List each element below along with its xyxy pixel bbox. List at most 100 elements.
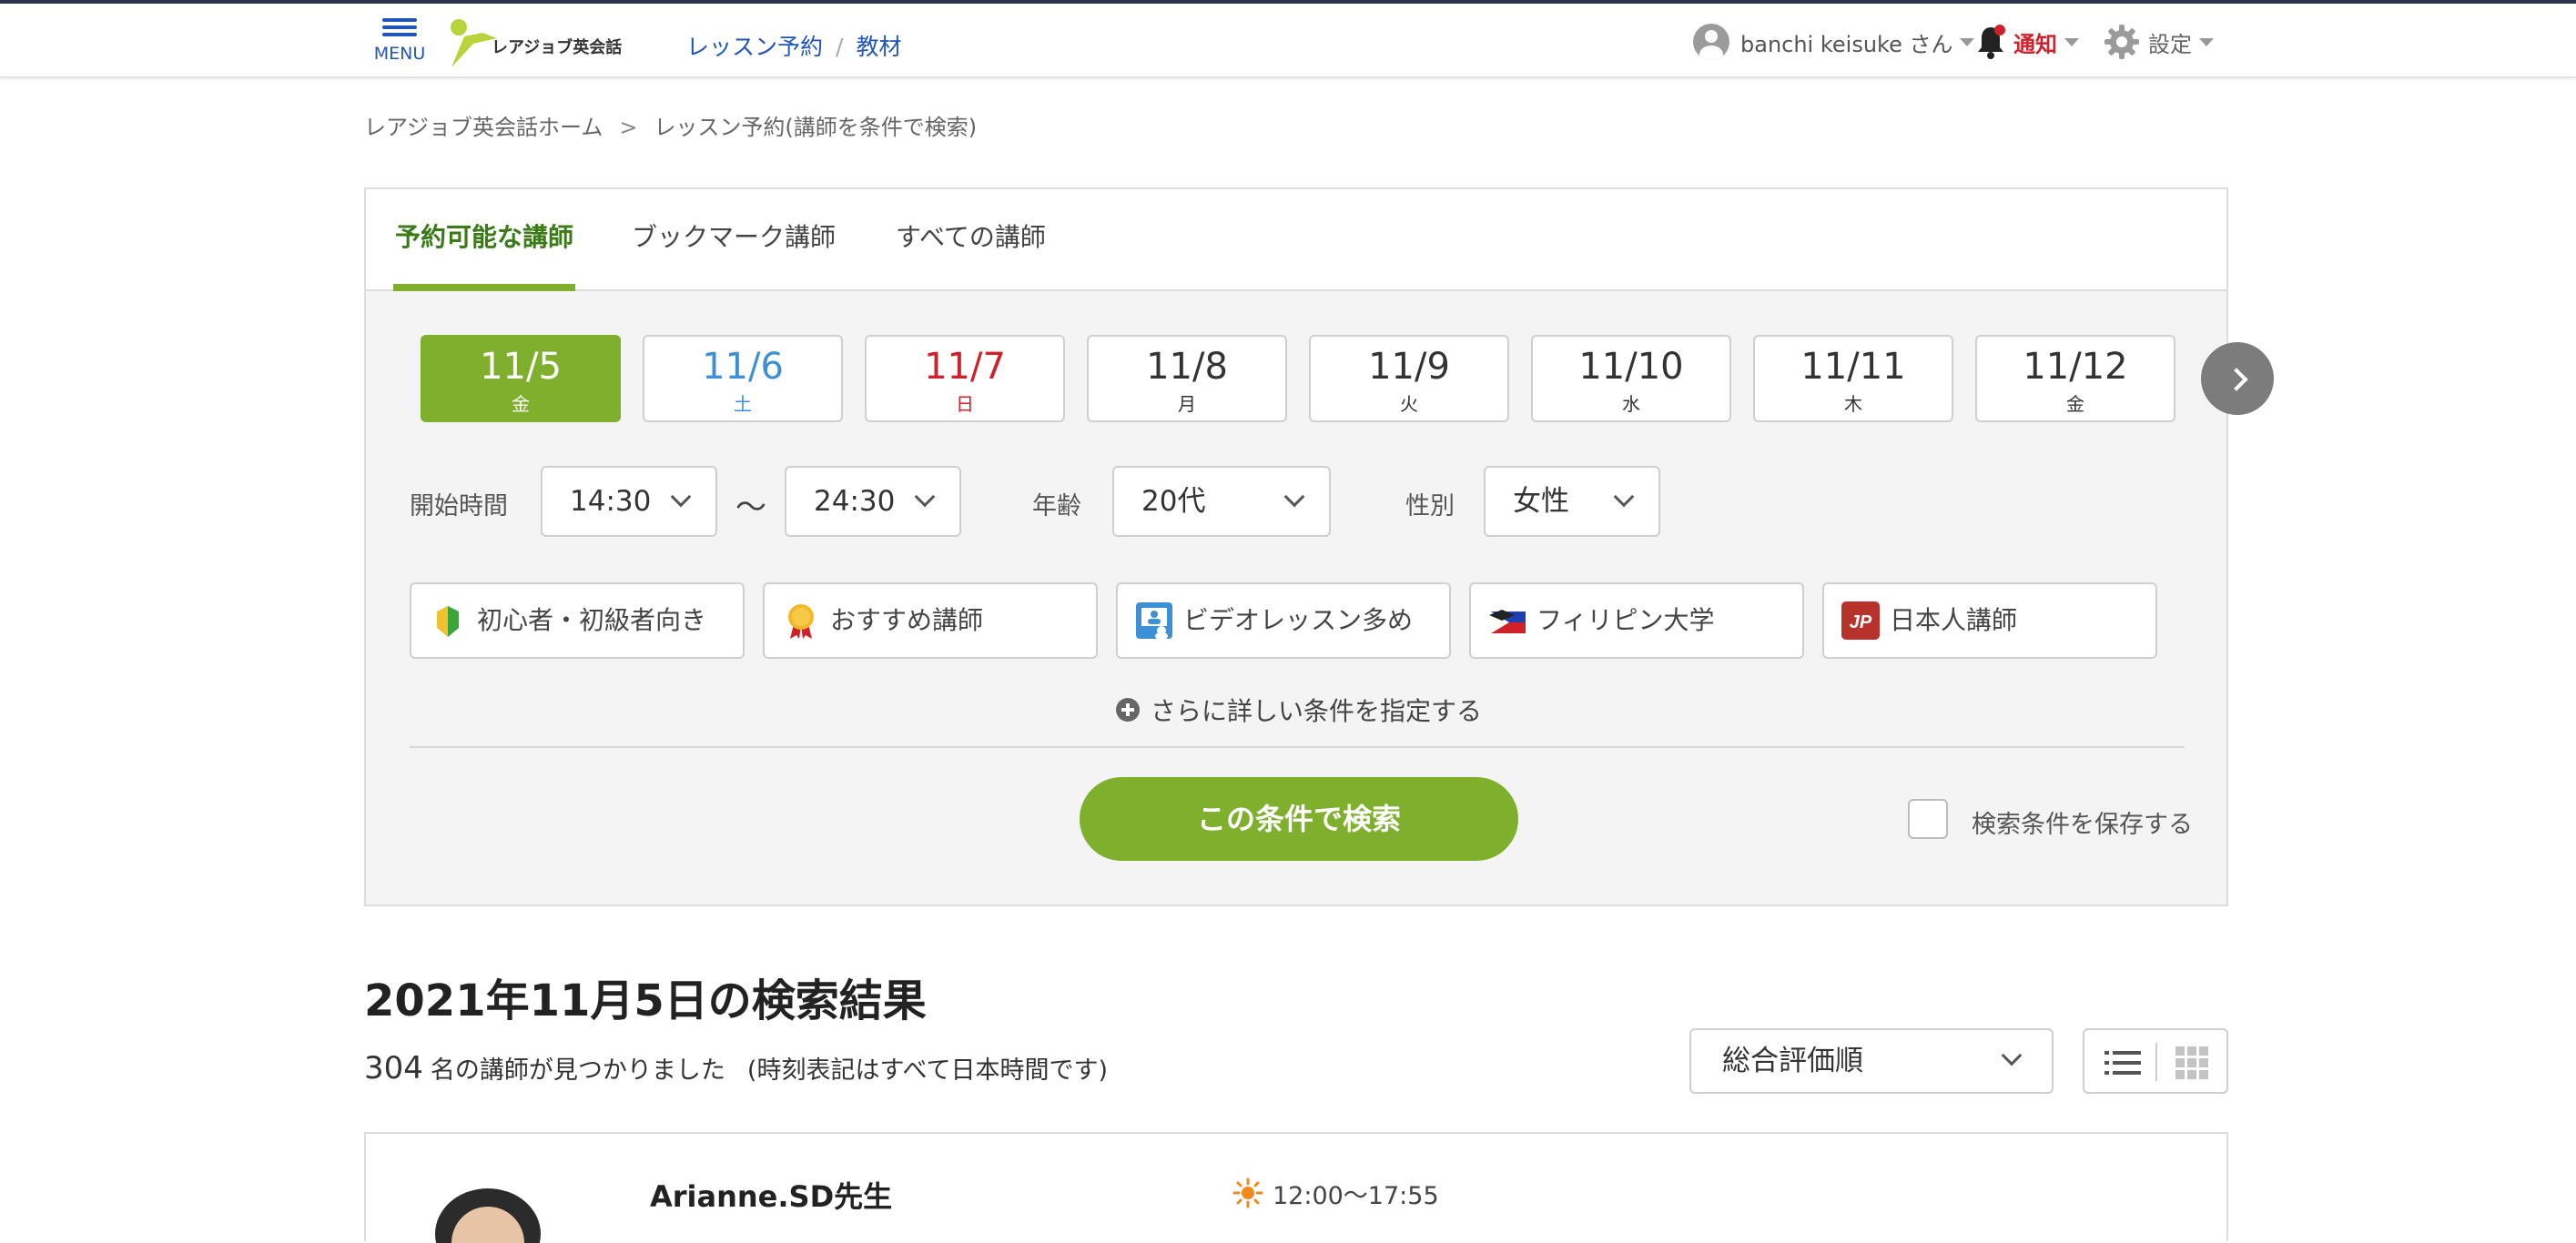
date-weekday: 日 bbox=[956, 393, 974, 415]
jp-badge-icon: JP bbox=[1841, 601, 1880, 640]
date-value: 11/6 bbox=[702, 346, 784, 388]
age-label: 年齢 bbox=[1032, 492, 1081, 520]
chevron-down-icon bbox=[670, 486, 692, 508]
date-button[interactable]: 11/9 火 bbox=[1309, 335, 1509, 422]
chip-label: おすすめ講師 bbox=[830, 605, 984, 635]
teacher-card[interactable]: Arianne.SD先生 12:00〜17:55 bbox=[364, 1132, 2228, 1243]
breadcrumb-home[interactable]: レアジョブ英会話ホーム bbox=[364, 115, 603, 140]
hamburger-icon-bar bbox=[382, 25, 417, 29]
chevron-down-icon bbox=[914, 486, 936, 508]
plus-circle-icon bbox=[1116, 698, 1140, 722]
chip-japanese-teacher[interactable]: JP 日本人講師 bbox=[1822, 582, 2157, 659]
hamburger-icon-bar bbox=[382, 33, 417, 36]
results-title: 2021年11月5日の検索結果 bbox=[364, 975, 927, 1026]
medal-icon bbox=[788, 604, 814, 639]
settings-menu[interactable]: 設定 bbox=[2103, 22, 2214, 62]
timezone-note: (時刻表記はすべて日本時間です) bbox=[746, 1056, 1109, 1085]
date-value: 11/10 bbox=[1578, 346, 1684, 388]
logo-text: レアジョブ英会話 bbox=[492, 38, 623, 57]
more-conditions-label: さらに詳しい条件を指定する bbox=[1151, 696, 1483, 726]
chip-philippines-university[interactable]: フィリピン大学 bbox=[1469, 582, 1804, 659]
site-logo[interactable]: レアジョブ英会話 bbox=[446, 16, 623, 69]
start-time-from-select[interactable]: 14:30 bbox=[541, 466, 717, 537]
more-conditions-link[interactable]: さらに詳しい条件を指定する bbox=[1116, 692, 1482, 728]
user-avatar-icon bbox=[1693, 24, 1729, 60]
chip-label: ビデオレッスン多め bbox=[1183, 605, 1414, 635]
date-weekday: 月 bbox=[1178, 393, 1196, 415]
date-button[interactable]: 11/12 金 bbox=[1975, 335, 2175, 422]
menu-button[interactable]: MENU bbox=[371, 15, 428, 73]
date-button[interactable]: 11/8 月 bbox=[1087, 335, 1287, 422]
main-nav: レッスン予約 / 教材 bbox=[686, 29, 901, 62]
teacher-name[interactable]: Arianne.SD先生 bbox=[650, 1174, 892, 1216]
chip-label: 日本人講師 bbox=[1890, 605, 2018, 635]
tab-available-teachers[interactable]: 予約可能な講師 bbox=[393, 189, 576, 291]
chevron-down-icon bbox=[1613, 486, 1635, 508]
nav-separator: / bbox=[836, 34, 844, 60]
date-weekday: 金 bbox=[2066, 393, 2084, 415]
search-panel: 予約可能な講師 ブックマーク講師 すべての講師 11/5 金 11/6 土 11/7… bbox=[364, 187, 2274, 906]
teacher-tabs: 予約可能な講師 ブックマーク講師 すべての講師 bbox=[366, 189, 2226, 291]
settings-label: 設定 bbox=[2148, 31, 2192, 57]
gender-select[interactable]: 女性 bbox=[1484, 466, 1660, 537]
date-button[interactable]: 11/10 水 bbox=[1531, 335, 1731, 422]
date-button[interactable]: 11/6 土 bbox=[643, 335, 843, 422]
chip-label: フィリピン大学 bbox=[1536, 605, 1715, 635]
teacher-portrait bbox=[435, 1188, 541, 1243]
results-count: 304 名の講師が見つかりました (時刻表記はすべて日本時間です) bbox=[364, 1050, 1108, 1086]
nav-materials[interactable]: 教材 bbox=[856, 34, 901, 60]
start-time-label: 開始時間 bbox=[410, 492, 508, 520]
date-button[interactable]: 11/5 金 bbox=[421, 335, 621, 422]
date-value: 11/9 bbox=[1368, 346, 1450, 388]
date-weekday: 木 bbox=[1844, 393, 1862, 415]
gender-label: 性別 bbox=[1405, 492, 1455, 520]
date-weekday: 金 bbox=[512, 393, 530, 415]
search-button[interactable]: この条件で検索 bbox=[1080, 777, 1518, 861]
view-toggle-divider bbox=[2155, 1043, 2157, 1081]
sun-icon bbox=[1232, 1177, 1263, 1208]
user-name: banchi keisuke さん bbox=[1740, 31, 1953, 57]
date-button[interactable]: 11/11 木 bbox=[1753, 335, 1953, 422]
grid-view-icon[interactable] bbox=[2175, 1046, 2208, 1079]
chevron-down-icon bbox=[2001, 1045, 2023, 1066]
date-value: 11/8 bbox=[1146, 346, 1228, 388]
notification-menu[interactable]: 通知 bbox=[1975, 22, 2079, 62]
bell-icon bbox=[1978, 25, 2005, 59]
available-time: 12:00〜17:55 bbox=[1273, 1182, 1439, 1210]
start-time-from-value: 14:30 bbox=[570, 485, 652, 518]
save-conditions-checkbox[interactable] bbox=[1908, 799, 1948, 839]
chip-recommended[interactable]: おすすめ講師 bbox=[763, 582, 1098, 659]
tab-all-teachers[interactable]: すべての講師 bbox=[896, 189, 1046, 291]
gear-icon bbox=[2104, 25, 2139, 59]
video-lesson-icon bbox=[1136, 602, 1172, 639]
sort-select[interactable]: 総合評価順 bbox=[1689, 1028, 2054, 1094]
date-value: 11/12 bbox=[2023, 346, 2128, 388]
date-button[interactable]: 11/7 日 bbox=[865, 335, 1065, 422]
date-weekday: 水 bbox=[1622, 393, 1640, 415]
date-weekday: 火 bbox=[1400, 393, 1418, 415]
list-view-icon[interactable] bbox=[2104, 1050, 2141, 1076]
menu-label: MENU bbox=[373, 44, 426, 64]
breadcrumb-current: レッスン予約(講師を条件で検索) bbox=[654, 115, 978, 140]
chevron-down-icon bbox=[1283, 486, 1305, 508]
beginner-leaf-icon bbox=[437, 606, 459, 637]
breadcrumb: レアジョブ英会話ホーム > レッスン予約(講師を条件で検索) bbox=[364, 109, 977, 141]
date-value: 11/5 bbox=[480, 346, 562, 388]
chip-video-lesson[interactable]: ビデオレッスン多め bbox=[1116, 582, 1451, 659]
site-header: MENU レアジョブ英会話 レッスン予約 / 教材 banchi keisuke さ… bbox=[0, 4, 2576, 78]
next-dates-button[interactable] bbox=[2201, 342, 2274, 415]
nav-lesson-reservation[interactable]: レッスン予約 bbox=[686, 34, 823, 60]
results-count-suffix: 名の講師が見つかりました bbox=[430, 1056, 725, 1085]
view-toggle bbox=[2083, 1028, 2228, 1094]
chip-beginner[interactable]: 初心者・初級者向き bbox=[410, 582, 745, 659]
gender-value: 女性 bbox=[1513, 485, 1569, 518]
chevron-down-icon bbox=[2064, 37, 2079, 46]
user-menu[interactable]: banchi keisuke さん bbox=[1693, 22, 1975, 62]
notification-label: 通知 bbox=[2013, 31, 2057, 57]
tab-bookmarked-teachers[interactable]: ブックマーク講師 bbox=[632, 189, 836, 291]
age-select[interactable]: 20代 bbox=[1112, 466, 1331, 537]
divider bbox=[410, 746, 2185, 748]
teacher-photo[interactable] bbox=[406, 1170, 570, 1243]
start-time-to-select[interactable]: 24:30 bbox=[785, 466, 961, 537]
sort-value: 総合評価順 bbox=[1722, 1045, 1863, 1077]
